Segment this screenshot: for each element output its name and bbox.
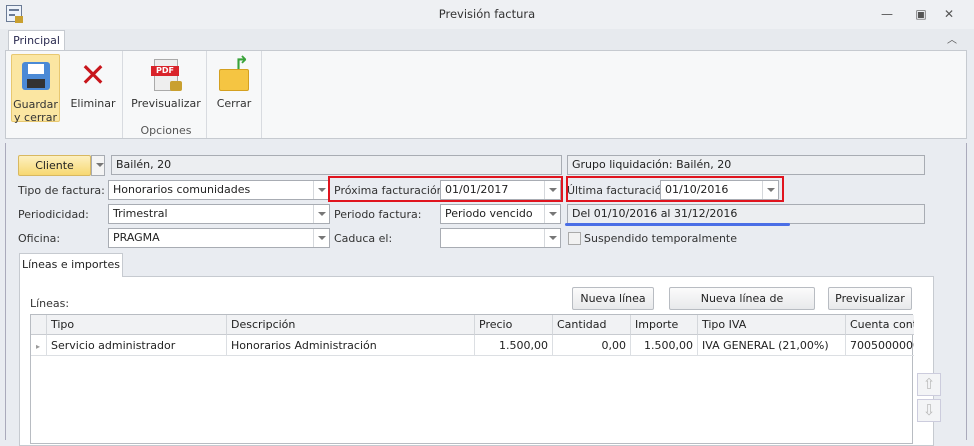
chevron-down-icon[interactable] bbox=[313, 181, 329, 199]
lineas-grid: Tipo Descripción Precio Cantidad Importe… bbox=[30, 314, 914, 444]
guardar-label-1: Guardar bbox=[13, 98, 58, 111]
cliente-dropdown[interactable] bbox=[91, 155, 105, 176]
nueva-linea-separacion-button[interactable]: Nueva línea de separación bbox=[669, 287, 815, 326]
form-border bbox=[966, 143, 967, 440]
grupo-liquidacion: Grupo liquidación: Bailén, 20 bbox=[567, 155, 925, 175]
column-header-cuenta[interactable]: Cuenta conta bbox=[846, 315, 914, 335]
separator bbox=[122, 51, 123, 138]
cell-descripcion[interactable]: Honorarios Administración bbox=[227, 335, 475, 356]
caduca-date-picker[interactable] bbox=[440, 228, 561, 248]
arrow-down-icon: ⇩ bbox=[922, 401, 936, 419]
window-title: Previsión factura bbox=[438, 7, 536, 21]
proxima-date-picker[interactable]: 01/01/2017 bbox=[440, 180, 561, 200]
delete-x-icon: ✕ bbox=[79, 56, 107, 94]
move-down-button[interactable]: ⇩ bbox=[917, 399, 941, 422]
periodo-label: Periodo factura: bbox=[334, 208, 422, 221]
pdf-icon: PDF bbox=[148, 57, 184, 93]
cell-importe[interactable]: 1.500,00 bbox=[631, 335, 698, 356]
caduca-label: Caduca el: bbox=[334, 232, 393, 245]
close-button[interactable]: ✕ bbox=[941, 6, 957, 22]
minimize-button[interactable]: — bbox=[879, 6, 895, 22]
column-header-descripcion[interactable]: Descripción bbox=[227, 315, 475, 335]
guardar-y-cerrar-button[interactable]: Guardar y cerrar bbox=[11, 54, 60, 124]
chevron-down-icon[interactable] bbox=[544, 181, 560, 199]
chevron-down-icon[interactable] bbox=[313, 229, 329, 247]
cell-tipo-iva[interactable]: IVA GENERAL (21,00%) bbox=[698, 335, 846, 356]
tipo-factura-label: Tipo de factura: bbox=[18, 184, 105, 197]
folder-exit-icon: ↱ bbox=[216, 55, 252, 93]
blue-underline-annotation bbox=[565, 223, 790, 226]
column-header-tipo[interactable]: Tipo bbox=[47, 315, 227, 335]
group-label-opciones: Opciones bbox=[140, 124, 192, 137]
form-border bbox=[5, 143, 6, 440]
collapse-ribbon-icon[interactable]: ︿ bbox=[947, 31, 957, 46]
guardar-label-2: y cerrar bbox=[14, 111, 57, 124]
eliminar-label: Eliminar bbox=[70, 97, 116, 110]
ribbon: Guardar y cerrar ✕ Eliminar PDF Previsua… bbox=[5, 50, 967, 139]
save-icon bbox=[18, 58, 54, 94]
row-indicator-header bbox=[31, 315, 47, 335]
tipo-factura-select[interactable]: Honorarios comunidades bbox=[108, 180, 330, 200]
maximize-button[interactable]: ▣ bbox=[913, 6, 929, 22]
periodicidad-value: Trimestral bbox=[113, 207, 168, 220]
previsualizar-button[interactable]: PDF Previsualizar bbox=[127, 54, 205, 122]
ultima-label: Última facturación: bbox=[567, 184, 673, 197]
proxima-value: 01/01/2017 bbox=[445, 183, 509, 196]
ribbon-tabstrip bbox=[0, 29, 974, 50]
separator bbox=[261, 51, 262, 138]
oficina-select[interactable]: PRAGMA bbox=[108, 228, 330, 248]
cliente-value: Bailén, 20 bbox=[111, 155, 562, 175]
column-header-cantidad[interactable]: Cantidad bbox=[553, 315, 631, 335]
column-header-importe[interactable]: Importe bbox=[631, 315, 698, 335]
proxima-label: Próxima facturación: bbox=[334, 184, 448, 197]
column-header-tipo-iva[interactable]: Tipo IVA bbox=[698, 315, 846, 335]
chevron-down-icon[interactable] bbox=[313, 205, 329, 223]
ultima-value: 01/10/2016 bbox=[665, 183, 729, 196]
chevron-down-icon[interactable] bbox=[544, 205, 560, 223]
chevron-down-icon[interactable] bbox=[544, 229, 560, 247]
cerrar-label: Cerrar bbox=[216, 97, 252, 110]
ultima-date-picker[interactable]: 01/10/2016 bbox=[660, 180, 779, 200]
lineas-label: Líneas: bbox=[30, 297, 70, 310]
tab-lineas-importes[interactable]: Líneas e importes bbox=[19, 253, 123, 277]
periodicidad-select[interactable]: Trimestral bbox=[108, 204, 330, 224]
cell-tipo[interactable]: Servicio administrador bbox=[47, 335, 227, 356]
periodo-value: Periodo vencido bbox=[445, 207, 533, 220]
nueva-linea-button[interactable]: Nueva línea bbox=[572, 287, 654, 310]
tab-principal[interactable]: Principal bbox=[8, 30, 65, 51]
periodicidad-label: Periodicidad: bbox=[18, 208, 89, 221]
oficina-label: Oficina: bbox=[18, 232, 61, 245]
tipo-factura-value: Honorarios comunidades bbox=[113, 183, 251, 196]
suspendido-label: Suspendido temporalmente bbox=[584, 232, 738, 245]
cell-precio[interactable]: 1.500,00 bbox=[475, 335, 553, 356]
suspendido-checkbox[interactable] bbox=[568, 232, 581, 245]
oficina-value: PRAGMA bbox=[113, 231, 160, 244]
row-indicator-icon[interactable]: ▸ bbox=[31, 335, 47, 356]
periodo-select[interactable]: Periodo vencido bbox=[440, 204, 561, 224]
chevron-down-icon[interactable] bbox=[762, 181, 778, 199]
column-header-precio[interactable]: Precio bbox=[475, 315, 553, 335]
eliminar-button[interactable]: ✕ Eliminar bbox=[65, 54, 121, 122]
previsualizar-label: Previsualizar bbox=[131, 97, 201, 110]
arrow-up-icon: ⇧ bbox=[922, 375, 936, 393]
move-up-button[interactable]: ⇧ bbox=[917, 373, 941, 396]
cell-cantidad[interactable]: 0,00 bbox=[553, 335, 631, 356]
cell-cuenta[interactable]: 70050000000 bbox=[846, 335, 914, 356]
cliente-button[interactable]: Cliente bbox=[18, 155, 91, 176]
rango-periodo: Del 01/10/2016 al 31/12/2016 bbox=[567, 204, 925, 224]
cerrar-button[interactable]: ↱ Cerrar bbox=[207, 54, 261, 122]
previsualizar-lineas-button[interactable]: Previsualizar bbox=[828, 287, 912, 310]
